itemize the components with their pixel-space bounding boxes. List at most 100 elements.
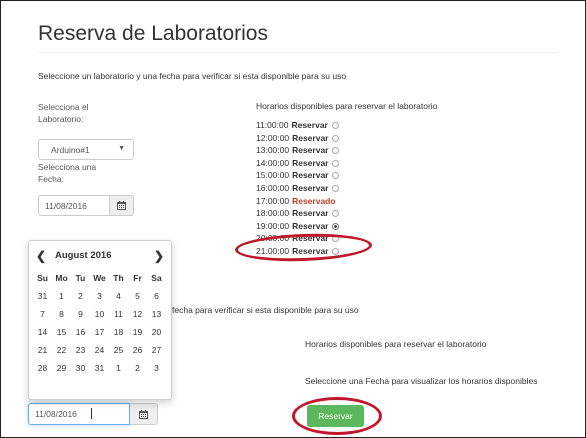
slot-reserve-link[interactable]: Reservar [292,221,328,231]
day-cell[interactable]: 19 [128,323,147,341]
date-input-value: 11/08/2016 [45,201,87,211]
lab-select[interactable]: Arduino#1 ▼ [38,139,134,160]
day-cell[interactable]: 20 [147,323,166,341]
schedule-heading: Horarios disponibles para reservar el la… [256,101,438,111]
slot-radio[interactable] [332,147,340,155]
slot-time: 12:00:00 [256,132,290,143]
slot-time: 17:00:00 [256,195,290,206]
schedule-row: 11:00:00 Reservar [256,119,339,132]
schedule-row: 16:00:00 Reservar [256,182,340,195]
day-cell[interactable]: 9 [71,305,90,323]
slot-radio[interactable] [332,134,340,142]
day-cell[interactable]: 8 [52,305,71,323]
slot-time: 18:00:00 [256,208,290,219]
lower-schedule-heading: Horarios disponibles para reservar el la… [305,339,487,349]
slot-reserve-link[interactable]: Reservar [292,170,328,180]
day-cell[interactable]: 3 [147,359,166,377]
schedule-row: 13:00:00 Reservar [256,144,340,157]
day-cell[interactable]: 21 [33,341,52,359]
title-divider [38,52,558,53]
slot-radio[interactable] [332,210,340,218]
intro-text: Seleccione un laboratorio y una fecha pa… [38,71,347,81]
day-cell[interactable]: 7 [33,305,52,323]
day-cell[interactable]: 31 [33,287,52,305]
slot-radio[interactable] [332,159,340,167]
weekday-label: Sa [151,273,162,283]
datepicker-popup: ❮ August 2016 ❯ Su Mo Tu We Th Fr Sa 31 1 2 3 4 5 6 7 8… [28,240,172,400]
calendar-button[interactable] [110,195,134,216]
date-input[interactable]: 11/08/2016 [38,195,110,216]
text-cursor [91,408,92,419]
slot-reserve-link[interactable]: Reservar [292,208,328,218]
chevron-right-icon[interactable]: ❯ [154,249,164,263]
weekday-label: Th [113,273,124,283]
day-cell[interactable]: 11 [109,305,128,323]
datepicker-month[interactable]: August 2016 [55,250,112,261]
slot-reserve-link[interactable]: Reservar [292,133,328,143]
day-cell[interactable]: 1 [109,359,128,377]
slot-time: 19:00:00 [256,220,290,231]
day-cell[interactable]: 23 [71,341,90,359]
slot-radio[interactable] [332,222,340,230]
day-cell[interactable]: 3 [90,287,109,305]
lab-select-value: Arduino#1 [51,145,90,155]
weekday-label: Tu [75,273,86,283]
day-cell[interactable]: 1 [52,287,71,305]
chevron-left-icon[interactable]: ❮ [36,249,46,263]
schedule-row: 15:00:00 Reservar [256,169,340,182]
date-label-line-1: Selecciona una [38,162,97,172]
slot-reserve-link[interactable]: Reservar [292,158,328,168]
day-cell[interactable]: 10 [90,305,109,323]
day-cell[interactable]: 26 [128,341,147,359]
slot-reserved-label: Reservado [292,195,336,206]
calendar-icon [139,410,148,419]
weekday-label: Mo [55,273,68,283]
day-cell[interactable]: 13 [147,305,166,323]
schedule-row: 14:00:00 Reservar [256,157,340,170]
day-cell[interactable]: 27 [147,341,166,359]
day-cell[interactable]: 17 [90,323,109,341]
slot-radio[interactable] [332,184,340,192]
slot-time: 11:00:00 [256,120,289,130]
week-row: 7 8 9 10 11 12 13 [33,305,166,323]
lower-intro-text: fecha para verificar si esta disponible … [172,305,359,315]
calendar-icon [117,201,126,210]
slot-reserve-link[interactable]: Reservar [291,120,327,130]
date-label-line-2: Fecha: [38,174,64,184]
day-cell[interactable]: 22 [52,341,71,359]
lower-date-input[interactable]: 11/08/2016 [28,403,130,425]
slot-radio[interactable] [332,172,340,180]
day-cell[interactable]: 14 [33,323,52,341]
day-cell[interactable]: 31 [90,359,109,377]
week-row: 21 22 23 24 25 26 27 [33,341,166,359]
day-cell[interactable]: 16 [71,323,90,341]
day-cell[interactable]: 2 [128,359,147,377]
schedule-row: 18:00:00 Reservar [256,207,340,220]
day-cell[interactable]: 25 [109,341,128,359]
day-cell[interactable]: 2 [71,287,90,305]
slot-time: 13:00:00 [256,145,290,156]
weekday-label: We [93,273,106,283]
slot-reserve-link[interactable]: Reservar [292,183,328,193]
lower-calendar-button[interactable] [130,403,158,425]
schedule-row: 19:00:00 Reservar [256,220,340,233]
day-cell[interactable]: 28 [33,359,52,377]
lab-label-line-1: Selecciona el [38,102,89,112]
day-cell[interactable]: 29 [52,359,71,377]
day-cell[interactable]: 12 [128,305,147,323]
lower-date-input-value: 11/08/2016 [35,409,77,419]
slot-radio[interactable] [331,122,339,129]
day-cell[interactable]: 24 [90,341,109,359]
day-cell[interactable]: 30 [71,359,90,377]
highlight-oval-button [292,397,382,435]
day-cell[interactable]: 18 [109,323,128,341]
day-cell[interactable]: 6 [147,287,166,305]
day-cell[interactable]: 5 [128,287,147,305]
day-cell[interactable]: 15 [52,323,71,341]
slot-time: 16:00:00 [256,182,290,193]
weekday-label: Fr [133,273,142,283]
day-cell[interactable]: 4 [109,287,128,305]
chevron-down-icon: ▼ [118,145,125,152]
datepicker-grid: Su Mo Tu We Th Fr Sa 31 1 2 3 4 5 6 7 8 9 10 11 12 13 14 15 16 1… [33,269,166,377]
slot-reserve-link[interactable]: Reservar [292,145,328,155]
